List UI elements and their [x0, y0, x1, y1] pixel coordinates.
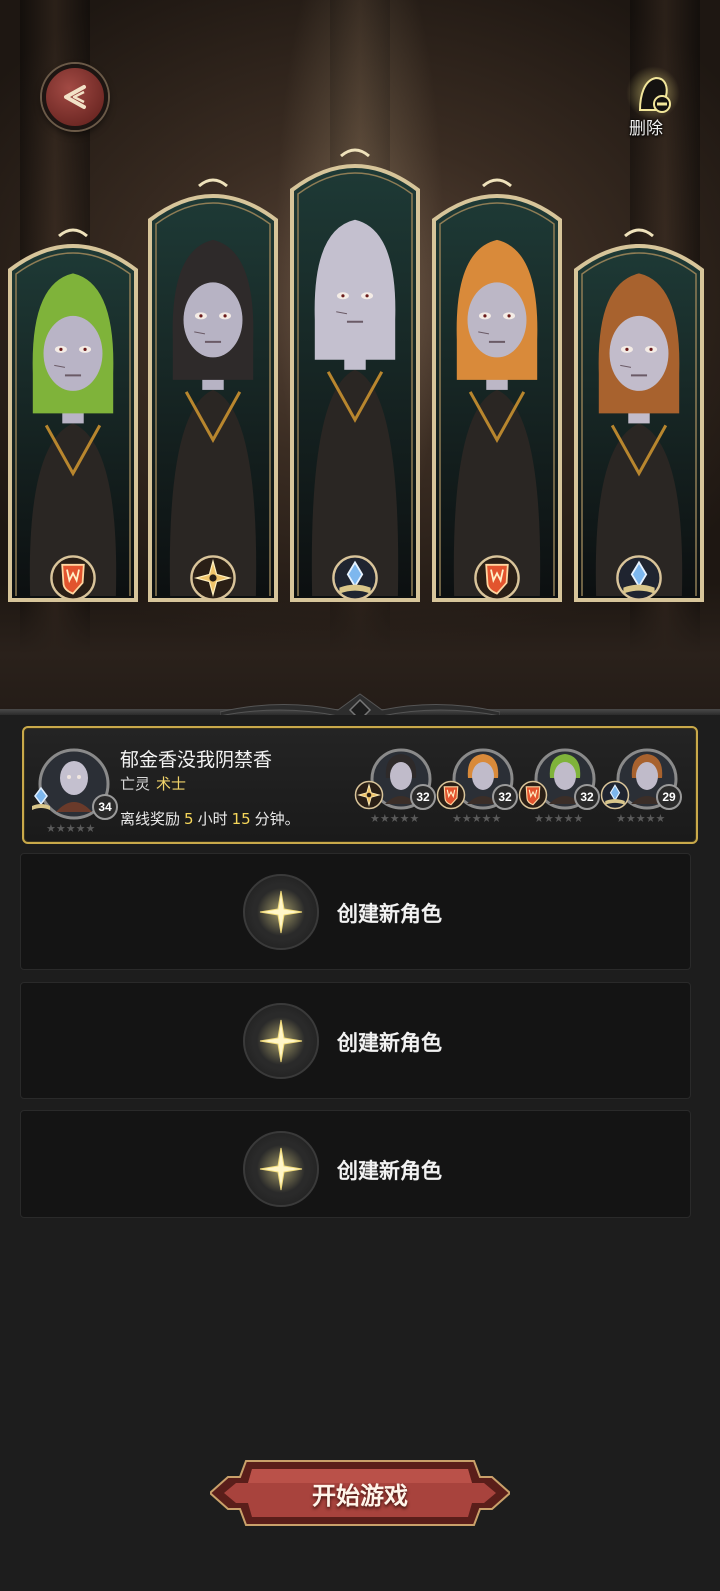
create-character-label: 创建新角色	[337, 1159, 442, 1183]
create-character-label: 创建新角色	[337, 1031, 442, 1055]
character-race-class: 亡灵 术士	[120, 773, 186, 794]
party-member: 32 ★★★★★	[436, 746, 520, 830]
level-badge: 32	[492, 784, 518, 810]
mage-book-icon	[615, 554, 663, 602]
create-plus-icon	[243, 1131, 319, 1207]
back-button[interactable]	[42, 64, 108, 130]
star-rating: ★★★★★	[616, 812, 666, 825]
hours-unit: 小时	[197, 810, 228, 828]
delete-label: 删除	[629, 119, 663, 139]
create-character-slot[interactable]: 创建新角色	[20, 1110, 691, 1218]
party-member: 32 ★★★★★	[518, 746, 602, 830]
mage-book-icon	[331, 554, 379, 602]
create-character-slot[interactable]: 创建新角色	[20, 982, 691, 1099]
create-plus-icon	[243, 1003, 319, 1079]
character-card-orange-haired-man[interactable]	[430, 178, 564, 608]
character-card-green-haired-woman[interactable]	[6, 228, 140, 608]
offline-minutes: 15	[231, 810, 251, 828]
character-class: 术士	[156, 775, 187, 793]
offline-reward-text: 离线奖励 5 小时 15 分钟。	[120, 808, 300, 829]
character-card-braided-woman[interactable]	[572, 228, 706, 608]
remove-character-icon	[626, 66, 680, 120]
character-card-dark-haired-woman[interactable]	[146, 178, 280, 608]
offline-hours: 5	[184, 810, 194, 828]
create-character-slot[interactable]: 创建新角色	[20, 853, 691, 970]
star-rating: ★★★★★	[46, 822, 96, 835]
character-name: 郁金香没我阴禁香	[120, 749, 273, 771]
warrior-shield-icon	[436, 780, 466, 810]
warrior-shield-icon	[473, 554, 521, 602]
level-badge: 29	[656, 784, 682, 810]
party-member: 32 ★★★★★	[354, 746, 438, 830]
back-arrow-icon	[64, 85, 86, 109]
character-race: 亡灵	[120, 775, 151, 793]
star-rating: ★★★★★	[370, 812, 420, 825]
warrior-shield-icon	[518, 780, 548, 810]
active-character-slot[interactable]: 34 ★★★★★ 郁金香没我阴禁香 亡灵 术士 离线奖励 5 小时 15 分钟。 32 ★★…	[22, 726, 698, 844]
level-badge: 32	[410, 784, 436, 810]
rogue-compass-icon	[189, 554, 237, 602]
offline-reward-label: 离线奖励	[120, 810, 181, 828]
create-plus-icon	[243, 874, 319, 950]
mage-book-icon	[32, 786, 50, 810]
mage-book-icon	[600, 780, 630, 810]
level-badge: 34	[92, 794, 118, 820]
warrior-shield-icon	[49, 554, 97, 602]
delete-character-button[interactable]: 删除	[620, 64, 692, 139]
start-game-button[interactable]: 开始游戏	[208, 1455, 512, 1531]
star-rating: ★★★★★	[534, 812, 584, 825]
star-rating: ★★★★★	[452, 812, 502, 825]
minutes-unit: 分钟。	[254, 810, 300, 828]
party-member: 29 ★★★★★	[600, 746, 684, 830]
rogue-compass-icon	[354, 780, 384, 810]
level-badge: 32	[574, 784, 600, 810]
character-card-bald-man[interactable]	[288, 148, 422, 608]
start-game-label: 开始游戏	[312, 1481, 408, 1510]
active-character-portrait: 34 ★★★★★	[32, 746, 118, 835]
create-character-label: 创建新角色	[337, 902, 442, 926]
